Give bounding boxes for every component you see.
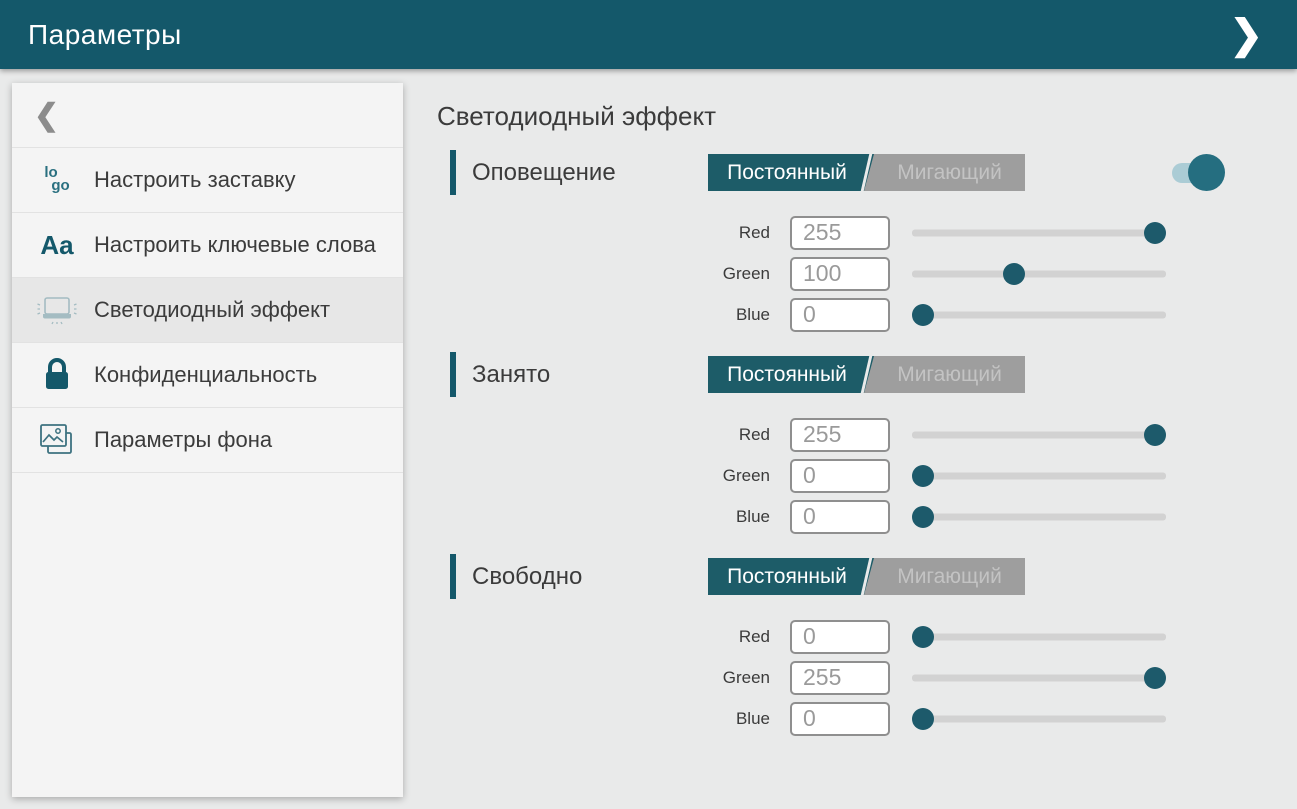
green-label: Green <box>437 264 790 284</box>
red-row: Red <box>437 212 1297 253</box>
blue-label: Blue <box>437 507 790 527</box>
logo-icon: lo go <box>34 167 80 193</box>
green-slider[interactable] <box>912 666 1166 690</box>
sidebar-item-label: Настроить ключевые слова <box>94 231 376 259</box>
slider-thumb[interactable] <box>912 304 934 326</box>
sidebar-item-label: Параметры фона <box>94 426 272 454</box>
notification-toggle[interactable] <box>1168 151 1226 193</box>
background-images-icon <box>34 422 80 458</box>
blue-row: Blue <box>437 698 1297 739</box>
green-row: Green <box>437 657 1297 698</box>
mode-option-constant[interactable]: Постоянный <box>708 558 874 595</box>
sidebar-back-button[interactable]: ❮ <box>12 83 403 148</box>
sidebar-item-led-effect[interactable]: Светодиодный эффект <box>12 278 403 343</box>
red-slider[interactable] <box>912 423 1166 447</box>
blue-label: Blue <box>437 709 790 729</box>
red-label: Red <box>437 627 790 647</box>
green-label: Green <box>437 668 790 688</box>
blue-value-input[interactable] <box>790 298 890 332</box>
section-label: Оповещение <box>472 159 616 187</box>
section-free: Свободно Постоянный Мигающий Red Green <box>437 554 1297 754</box>
mode-switcher: Постоянный Мигающий <box>708 558 1025 595</box>
red-value-input[interactable] <box>790 620 890 654</box>
app-header: Параметры ❯ <box>0 0 1297 69</box>
green-value-input[interactable] <box>790 257 890 291</box>
led-effect-panel: Светодиодный эффект Оповещение Постоянны… <box>437 69 1297 809</box>
slider-thumb[interactable] <box>1144 424 1166 446</box>
red-label: Red <box>437 223 790 243</box>
blue-value-input[interactable] <box>790 702 890 736</box>
green-value-input[interactable] <box>790 661 890 695</box>
sidebar-item-label: Настроить заставку <box>94 166 296 194</box>
green-row: Green <box>437 253 1297 294</box>
panel-title: Светодиодный эффект <box>437 101 716 132</box>
sidebar: ❮ lo go Настроить заставку Aa Настроить … <box>12 83 403 797</box>
green-value-input[interactable] <box>790 459 890 493</box>
section-label: Свободно <box>472 563 582 591</box>
forward-chevron-icon[interactable]: ❯ <box>1229 15 1269 55</box>
blue-row: Blue <box>437 496 1297 537</box>
section-accent-bar <box>450 352 456 397</box>
page-title: Параметры <box>28 19 182 51</box>
back-chevron-icon: ❮ <box>34 98 59 133</box>
sidebar-item-label: Светодиодный эффект <box>94 296 330 324</box>
mode-option-blinking[interactable]: Мигающий <box>874 558 1025 595</box>
slider-thumb[interactable] <box>912 708 934 730</box>
sidebar-item-label: Конфиденциальность <box>94 361 317 389</box>
red-slider[interactable] <box>912 625 1166 649</box>
slider-thumb[interactable] <box>1144 667 1166 689</box>
keywords-icon: Aa <box>34 230 80 261</box>
mode-option-constant[interactable]: Постоянный <box>708 154 874 191</box>
mode-option-blinking[interactable]: Мигающий <box>874 356 1025 393</box>
red-row: Red <box>437 616 1297 657</box>
toggle-thumb <box>1188 154 1225 191</box>
green-slider[interactable] <box>912 262 1166 286</box>
blue-label: Blue <box>437 305 790 325</box>
lock-icon <box>34 358 80 392</box>
led-monitor-icon <box>34 293 80 327</box>
section-label: Занято <box>472 361 550 389</box>
section-accent-bar <box>450 554 456 599</box>
sidebar-item-keywords[interactable]: Aa Настроить ключевые слова <box>12 213 403 278</box>
section-notification: Оповещение Постоянный Мигающий Red Green <box>437 150 1297 350</box>
slider-thumb[interactable] <box>912 626 934 648</box>
section-accent-bar <box>450 150 456 195</box>
green-row: Green <box>437 455 1297 496</box>
mode-switcher: Постоянный Мигающий <box>708 154 1025 191</box>
red-value-input[interactable] <box>790 216 890 250</box>
sidebar-item-privacy[interactable]: Конфиденциальность <box>12 343 403 408</box>
green-slider[interactable] <box>912 464 1166 488</box>
mode-option-blinking[interactable]: Мигающий <box>874 154 1025 191</box>
blue-row: Blue <box>437 294 1297 335</box>
sidebar-item-background[interactable]: Параметры фона <box>12 408 403 473</box>
mode-option-constant[interactable]: Постоянный <box>708 356 874 393</box>
green-label: Green <box>437 466 790 486</box>
blue-value-input[interactable] <box>790 500 890 534</box>
red-value-input[interactable] <box>790 418 890 452</box>
mode-switcher: Постоянный Мигающий <box>708 356 1025 393</box>
section-busy: Занято Постоянный Мигающий Red Green <box>437 352 1297 552</box>
slider-thumb[interactable] <box>1144 222 1166 244</box>
red-label: Red <box>437 425 790 445</box>
blue-slider[interactable] <box>912 707 1166 731</box>
slider-thumb[interactable] <box>1003 263 1025 285</box>
red-slider[interactable] <box>912 221 1166 245</box>
slider-thumb[interactable] <box>912 465 934 487</box>
red-row: Red <box>437 414 1297 455</box>
blue-slider[interactable] <box>912 505 1166 529</box>
slider-thumb[interactable] <box>912 506 934 528</box>
blue-slider[interactable] <box>912 303 1166 327</box>
sidebar-item-screensaver[interactable]: lo go Настроить заставку <box>12 148 403 213</box>
